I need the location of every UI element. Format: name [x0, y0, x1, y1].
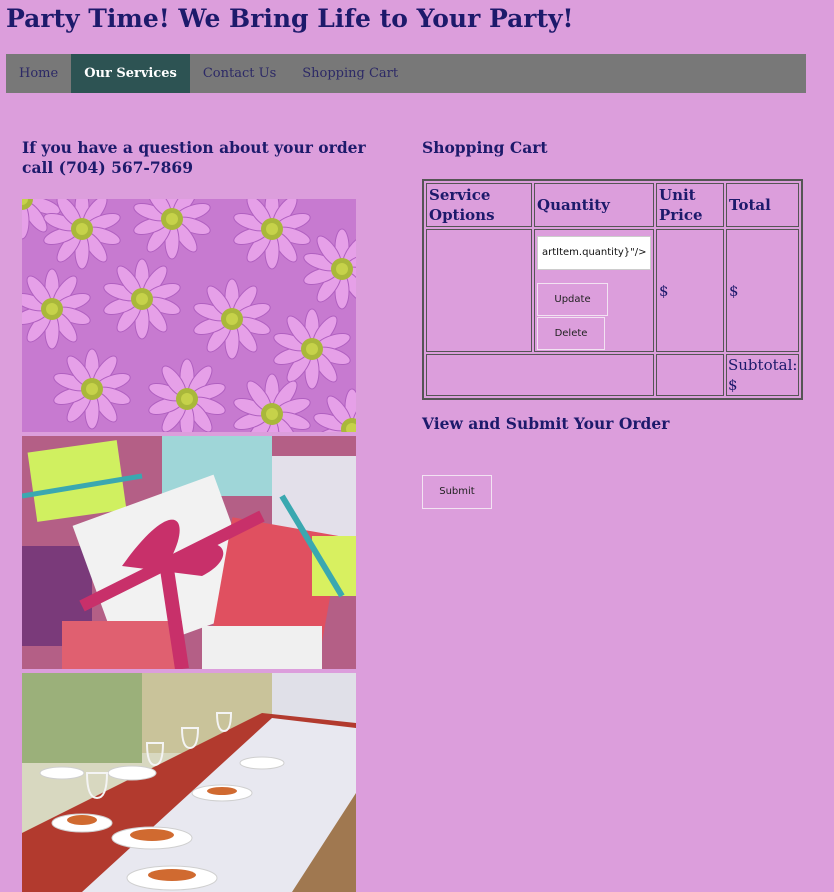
cart-header-row: Service Options Quantity Unit Price Tota…: [426, 183, 800, 227]
delete-button[interactable]: Delete: [537, 317, 605, 350]
header-quantity: Quantity: [534, 183, 654, 227]
subtotal-label: Subtotal:: [728, 356, 798, 374]
subtotal-spacer-cell: [656, 354, 724, 396]
header-service-options: Service Options: [426, 183, 532, 227]
header-total: Total: [726, 183, 800, 227]
total-cell: $: [726, 229, 800, 352]
unit-price-cell: $: [656, 229, 724, 352]
submit-button[interactable]: Submit: [422, 475, 492, 509]
banquet-table-photo: [22, 673, 356, 892]
service-option-cell: [426, 229, 532, 352]
shopping-cart-title: Shopping Cart: [422, 138, 548, 157]
site-title: Party Time! We Bring Life to Your Party!: [6, 4, 574, 33]
cart-table: Service Options Quantity Unit Price Tota…: [422, 179, 804, 400]
submit-order-title: View and Submit Your Order: [422, 414, 670, 433]
contact-question: If you have a question about your order …: [22, 138, 366, 177]
main-nav: Home Our Services Contact Us Shopping Ca…: [6, 54, 806, 93]
subtotal-cell: Subtotal: $: [726, 354, 800, 396]
cart-item-row: artItem.quantity}"/> Update Delete $ $: [426, 229, 800, 352]
quantity-input[interactable]: artItem.quantity}"/>: [537, 236, 651, 270]
quantity-cell: artItem.quantity}"/> Update Delete: [534, 229, 654, 352]
subtotal-value: $: [728, 376, 738, 394]
subtotal-empty-cell: [426, 354, 654, 396]
nav-our-services[interactable]: Our Services: [71, 54, 190, 93]
gifts-photo: [22, 436, 356, 669]
cart-subtotal-row: Subtotal: $: [426, 354, 800, 396]
nav-home[interactable]: Home: [6, 54, 71, 93]
update-button[interactable]: Update: [537, 283, 608, 316]
header-unit-price: Unit Price: [656, 183, 724, 227]
nav-contact-us[interactable]: Contact Us: [190, 54, 289, 93]
nav-shopping-cart[interactable]: Shopping Cart: [289, 54, 411, 93]
flowers-photo: [22, 199, 356, 432]
